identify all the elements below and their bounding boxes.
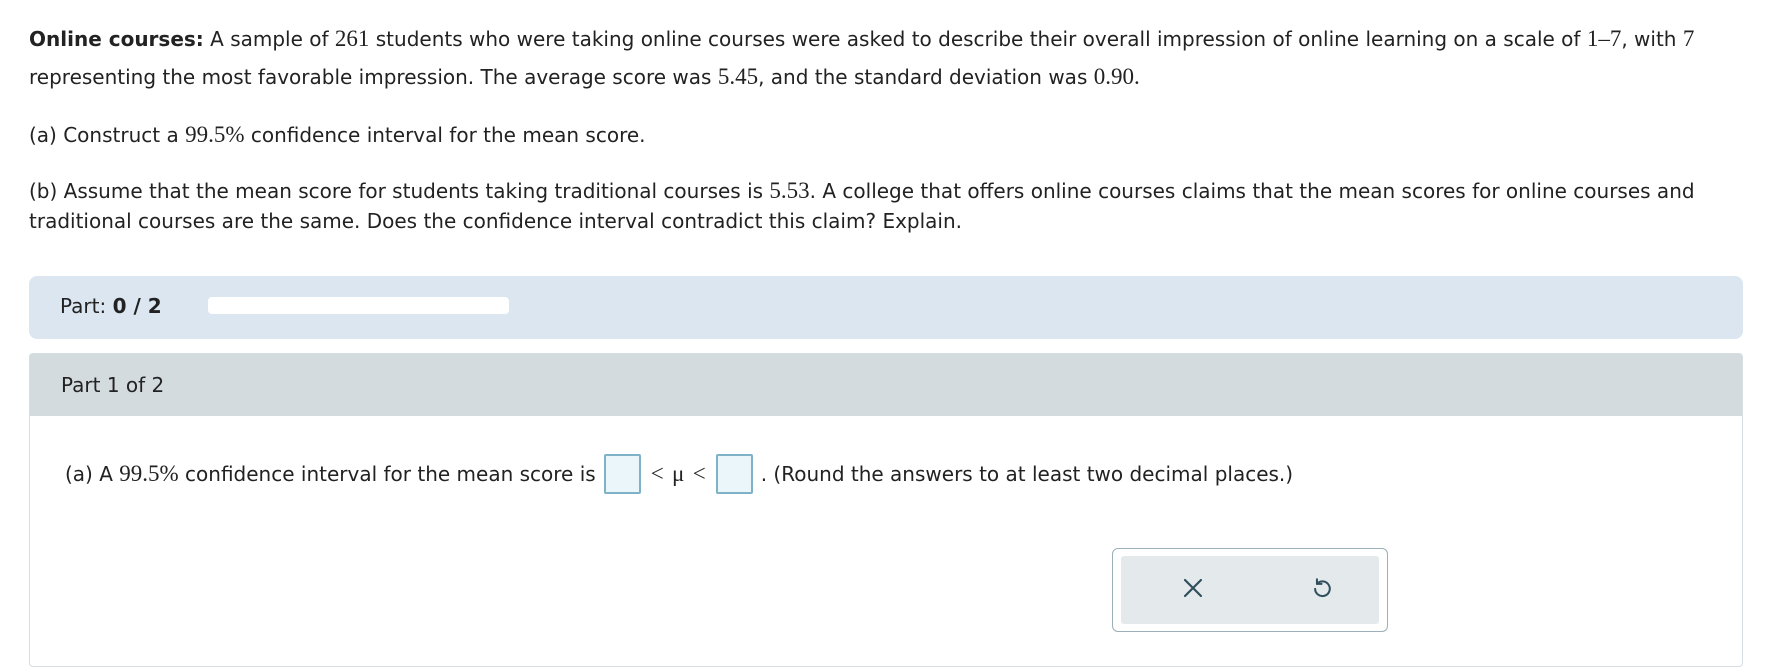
answer-tools-bar: [1121, 556, 1379, 624]
clear-button[interactable]: [1175, 572, 1211, 608]
part-panel: Part 1 of 2 (a) A 99.5% confidence inter…: [29, 353, 1743, 667]
part-b-text-1: (b) Assume that the mean score for stude…: [29, 179, 764, 203]
problem-intro: Online courses: A sample of 261 students…: [29, 20, 1739, 96]
undo-icon: [1311, 577, 1333, 604]
part-header: Part 1 of 2: [30, 354, 1742, 416]
question-text-1: (a) A: [65, 462, 113, 486]
question-confidence: 99.5%: [119, 461, 179, 486]
answer-tools: [1112, 548, 1388, 632]
question-text-2: confidence interval for the mean score i…: [185, 462, 596, 486]
intro-period: .: [1133, 64, 1140, 89]
intro-text-4: representing the most favorable impressi…: [29, 65, 712, 89]
part-progress-bar: Part: 0 / 2: [29, 276, 1743, 339]
progress-label-text: Part:: [60, 294, 107, 318]
intro-text-5: , and the standard deviation was: [758, 65, 1088, 89]
progress-value: 0 / 2: [112, 294, 162, 318]
part-a-text-1: (a) Construct a: [29, 123, 179, 147]
mu-symbol: μ: [672, 461, 685, 486]
less-than-2: <: [692, 461, 706, 486]
lower-bound-input[interactable]: [603, 454, 641, 494]
x-icon: [1182, 577, 1204, 604]
progress-label: Part: 0 / 2: [60, 294, 162, 318]
undo-button[interactable]: [1304, 572, 1340, 608]
sample-size: 261: [334, 26, 370, 51]
upper-bound-input[interactable]: [715, 454, 753, 494]
part-a-text-2: confidence interval for the mean score.: [250, 123, 646, 147]
scale-range: 1–7: [1586, 26, 1622, 51]
less-than-1: <: [650, 461, 664, 486]
part-a-confidence: 99.5%: [185, 122, 245, 147]
rounding-instruction: . (Round the answers to at least two dec…: [760, 462, 1294, 486]
part-b-prompt: (b) Assume that the mean score for stude…: [29, 176, 1739, 236]
traditional-mean: 5.53: [769, 178, 810, 203]
part-a-question: (a) A 99.5% confidence interval for the …: [65, 454, 1293, 494]
part-a-prompt: (a) Construct a 99.5% confidence interva…: [29, 116, 1739, 154]
scale-top: 7: [1682, 26, 1695, 51]
sample-mean: 5.45: [717, 64, 759, 89]
intro-text-3: , with: [1621, 27, 1677, 51]
intro-text-1: A sample of: [210, 27, 329, 51]
sample-sd: 0.90: [1093, 64, 1134, 89]
problem-statement: Online courses: A sample of 261 students…: [29, 20, 1739, 236]
progress-track: [208, 297, 509, 314]
intro-text-2: students who were taking online courses …: [375, 27, 1581, 51]
problem-lead: Online courses:: [29, 27, 204, 51]
